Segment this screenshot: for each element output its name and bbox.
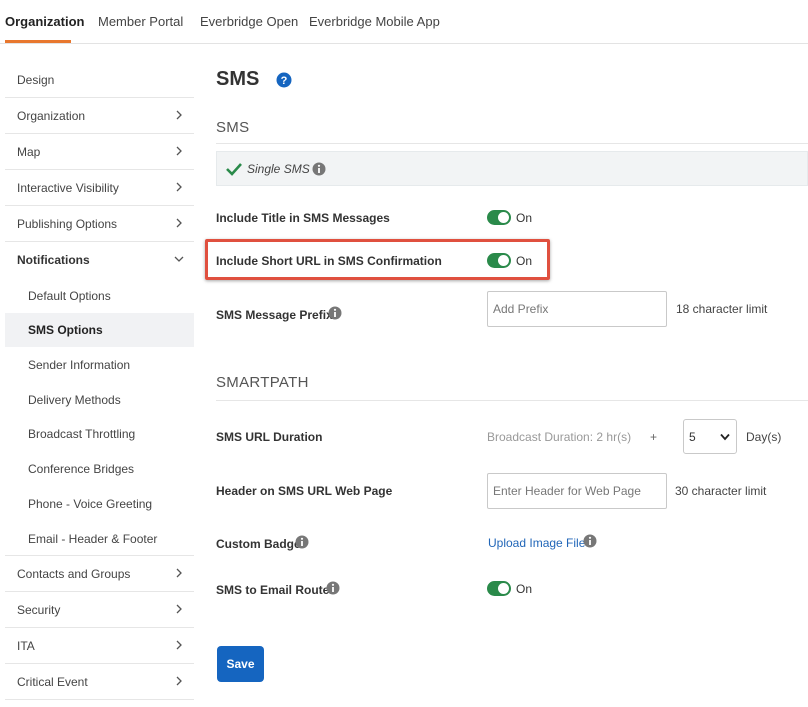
sidebar-subitem-conference-bridges[interactable]: Conference Bridges <box>5 452 194 486</box>
sidebar-item-label: Notifications <box>17 253 90 267</box>
chevron-right-icon <box>176 604 182 614</box>
sidebar-subitem-label: Default Options <box>28 289 111 303</box>
sidebar-item-notifications[interactable]: Notifications <box>5 242 194 278</box>
sidebar-item-label: ITA <box>17 639 35 653</box>
sidebar-item-design[interactable]: Design <box>5 62 194 98</box>
single-sms-label: Single SMS <box>247 162 310 176</box>
include-title-toggle[interactable] <box>487 210 511 225</box>
sidebar-subitem-phone-voice-greeting[interactable]: Phone - Voice Greeting <box>5 487 194 521</box>
highlight-box <box>205 239 550 280</box>
sidebar-item-critical-event[interactable]: Critical Event <box>5 664 194 700</box>
include-title-state: On <box>516 211 533 225</box>
info-icon[interactable] <box>295 535 309 549</box>
smartpath-section-title: SMARTPATH <box>216 374 309 391</box>
plus-sign: + <box>650 430 658 444</box>
svg-text:?: ? <box>281 75 288 87</box>
sidebar-subitem-label: Conference Bridges <box>28 462 135 476</box>
sidebar-subitem-label: Email - Header & Footer <box>28 532 158 546</box>
url-duration-value: 5 <box>689 430 696 444</box>
sidebar-item-contacts-and-groups[interactable]: Contacts and Groups <box>5 556 194 592</box>
chevron-right-icon <box>176 676 182 686</box>
sidebar-item-label: Map <box>17 145 41 159</box>
sidebar-item-label: Interactive Visibility <box>17 181 119 195</box>
sidebar-subitem-label: Phone - Voice Greeting <box>28 497 153 511</box>
sidebar-subitem-label: Delivery Methods <box>28 393 121 407</box>
include-title-label: Include Title in SMS Messages <box>216 211 390 225</box>
custom-badge-label: Custom Badge <box>216 537 301 551</box>
sidebar-item-label: Publishing Options <box>17 217 118 231</box>
sidebar-item-label: Organization <box>17 109 86 123</box>
tab-organization[interactable]: Organization <box>5 14 84 29</box>
sidebar-subitem-delivery-methods[interactable]: Delivery Methods <box>5 383 194 417</box>
chevron-down-icon <box>174 256 184 262</box>
tab-everbridge-mobile-app[interactable]: Everbridge Mobile App <box>309 14 440 29</box>
sidebar-item-interactive-visibility[interactable]: Interactive Visibility <box>5 170 194 206</box>
active-tab-indicator <box>5 40 71 43</box>
sidebar-subitem-label: Sender Information <box>28 358 131 372</box>
sidebar-item-publishing-options[interactable]: Publishing Options <box>5 206 194 242</box>
chevron-down-icon <box>720 433 730 441</box>
checkmark-icon <box>226 163 242 176</box>
sidebar-subitem-email-header-footer[interactable]: Email - Header & Footer <box>5 522 194 556</box>
chevron-right-icon <box>176 146 182 156</box>
sms-prefix-input[interactable] <box>487 291 667 327</box>
sidebar-item-label: Security <box>17 603 61 617</box>
sidebar-item-label: Critical Event <box>17 675 88 689</box>
chevron-right-icon <box>176 218 182 228</box>
page-title: SMS <box>216 68 260 90</box>
email-router-state: On <box>516 582 533 596</box>
sidebar-subitem-sender-information[interactable]: Sender Information <box>5 348 194 382</box>
chevron-right-icon <box>176 110 182 120</box>
info-icon[interactable] <box>583 534 597 548</box>
sidebar-subitem-broadcast-throttling[interactable]: Broadcast Throttling <box>5 417 194 451</box>
sidebar-subitem-default-options[interactable]: Default Options <box>5 279 194 313</box>
single-sms-banner: Single SMS <box>216 151 808 186</box>
save-button[interactable]: Save <box>217 646 264 682</box>
tab-member-portal[interactable]: Member Portal <box>98 14 183 29</box>
sidebar-subitem-label: SMS Options <box>28 323 103 337</box>
sms-url-duration-label: SMS URL Duration <box>216 430 323 444</box>
top-tab-bar: Organization Member Portal Everbridge Op… <box>0 0 808 44</box>
header-limit-hint: 30 character limit <box>675 484 767 498</box>
sidebar-item-label: Contacts and Groups <box>17 567 131 581</box>
email-router-toggle[interactable] <box>487 581 511 596</box>
sidebar-subitem-sms-options[interactable]: SMS Options <box>5 313 194 347</box>
chevron-right-icon <box>176 182 182 192</box>
help-icon[interactable]: ? <box>276 72 292 88</box>
tab-everbridge-open[interactable]: Everbridge Open <box>200 14 298 29</box>
sidebar-item-label: Design <box>17 73 55 87</box>
chevron-right-icon <box>176 568 182 578</box>
duration-unit: Day(s) <box>746 430 782 444</box>
header-web-page-label: Header on SMS URL Web Page <box>216 484 393 498</box>
sidebar-item-ita[interactable]: ITA <box>5 628 194 664</box>
info-icon[interactable] <box>328 306 342 320</box>
email-router-label: SMS to Email Router <box>216 583 335 597</box>
sms-section-title: SMS <box>216 119 250 136</box>
chevron-right-icon <box>176 640 182 650</box>
info-icon[interactable] <box>312 162 326 176</box>
sidebar-item-map[interactable]: Map <box>5 134 194 170</box>
sms-prefix-label: SMS Message Prefix <box>216 308 333 322</box>
url-duration-select[interactable]: 5 <box>683 419 737 454</box>
upload-image-link[interactable]: Upload Image File <box>488 536 585 550</box>
sidebar-item-organization[interactable]: Organization <box>5 98 194 134</box>
broadcast-duration-text: Broadcast Duration: 2 hr(s) <box>487 430 632 444</box>
prefix-limit-hint: 18 character limit <box>676 302 768 316</box>
sidebar-item-security[interactable]: Security <box>5 592 194 628</box>
header-web-page-input[interactable] <box>487 473 667 509</box>
section-divider <box>216 143 808 144</box>
sidebar-subitem-label: Broadcast Throttling <box>28 427 136 441</box>
section-divider <box>216 400 808 401</box>
info-icon[interactable] <box>326 581 340 595</box>
